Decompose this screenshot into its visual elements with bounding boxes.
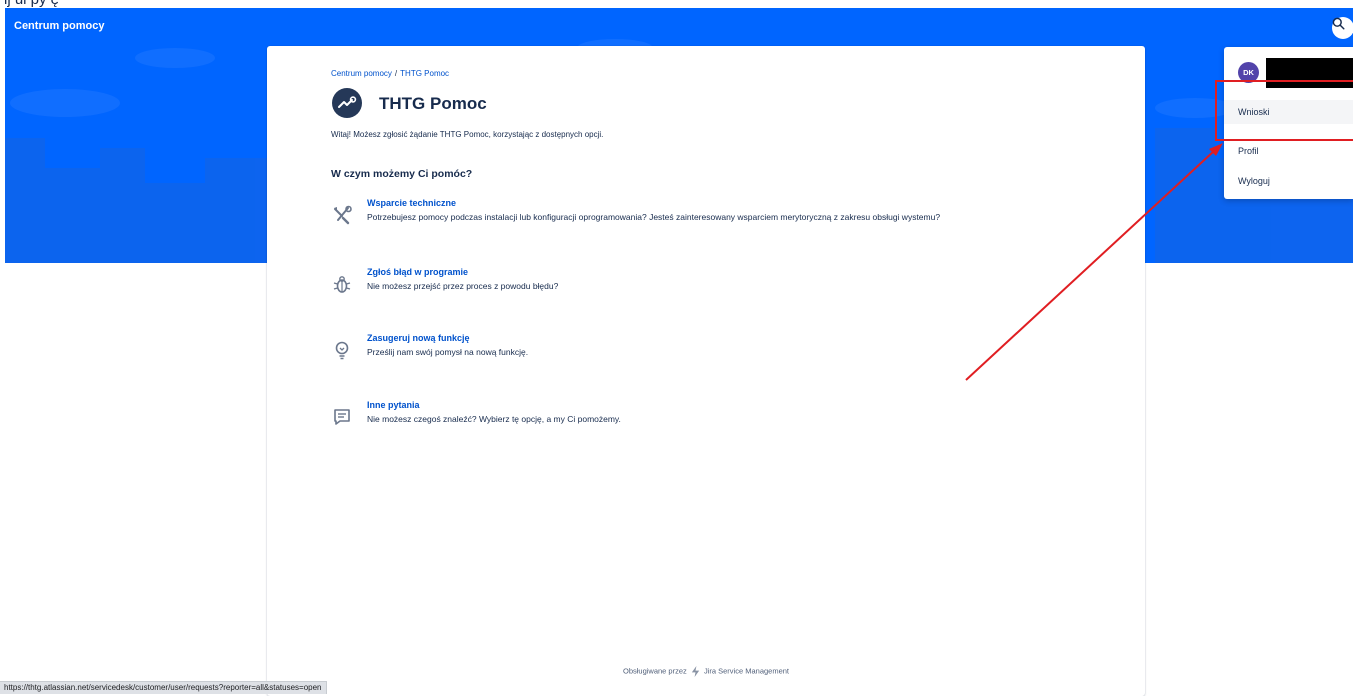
menu-item-profile[interactable]: Profil bbox=[1224, 139, 1353, 163]
bug-icon bbox=[333, 276, 351, 293]
menu-item-label: Profil bbox=[1238, 146, 1259, 156]
chat-icon bbox=[334, 409, 350, 425]
jira-bolt-icon bbox=[691, 666, 700, 677]
powered-by-footer: Obsługiwane przez Jira Service Managemen… bbox=[267, 666, 1145, 677]
request-type-report-bug[interactable]: Zgłoś błąd w programie Nie możesz przejś… bbox=[331, 267, 1131, 307]
request-type-technical-support[interactable]: Wsparcie techniczne Potrzebujesz pomocy … bbox=[331, 198, 1131, 238]
status-bar-url: https://thtg.atlassian.net/servicedesk/c… bbox=[0, 681, 327, 694]
request-type-description: Potrzebujesz pomocy podczas instalacji l… bbox=[367, 212, 941, 222]
request-type-description: Prześlij nam swój pomysł na nową funkcję… bbox=[367, 347, 529, 357]
breadcrumb-current[interactable]: THTG Pomoc bbox=[400, 69, 449, 78]
breadcrumb-root[interactable]: Centrum pomocy bbox=[331, 69, 392, 78]
portal-card: Centrum pomocy / THTG Pomoc THTG Pomoc Wit… bbox=[267, 46, 1145, 696]
request-type-description: Nie możesz czegoś znaleźć? Wybierz tę op… bbox=[367, 414, 621, 424]
request-type-name[interactable]: Wsparcie techniczne bbox=[367, 198, 456, 208]
section-heading: W czym możemy Ci pomóc? bbox=[331, 168, 473, 180]
tools-icon bbox=[334, 205, 352, 225]
request-type-other-questions[interactable]: Inne pytania Nie możesz czegoś znaleźć? … bbox=[331, 400, 1131, 440]
portal-logo bbox=[332, 88, 362, 118]
help-center-brand[interactable]: Centrum pomocy bbox=[14, 20, 104, 32]
request-type-description: Nie możesz przejść przez proces z powodu… bbox=[367, 281, 559, 291]
menu-item-logout[interactable]: Wyloguj bbox=[1224, 169, 1353, 193]
request-type-name[interactable]: Inne pytania bbox=[367, 400, 420, 410]
request-type-name[interactable]: Zasugeruj nową funkcję bbox=[367, 333, 470, 343]
avatar: DK bbox=[1238, 62, 1259, 83]
breadcrumb-separator: / bbox=[394, 69, 398, 78]
footer-prefix: Obsługiwane przez bbox=[622, 666, 687, 676]
menu-item-requests[interactable]: Wnioski bbox=[1224, 100, 1353, 124]
portal-title: THTG Pomoc bbox=[379, 94, 487, 113]
user-menu-dropdown: DK Wnioski Profil Wyloguj bbox=[1224, 47, 1353, 199]
lightbulb-icon bbox=[335, 341, 349, 360]
request-type-name[interactable]: Zgłoś błąd w programie bbox=[367, 267, 468, 277]
redacted-user-name bbox=[1266, 58, 1353, 88]
search-button[interactable] bbox=[1332, 17, 1353, 39]
request-type-suggest-feature[interactable]: Zasugeruj nową funkcję Prześlij nam swój… bbox=[331, 333, 1131, 373]
portal-intro: Witaj! Możesz zgłosić żądanie THTG Pomoc… bbox=[331, 130, 604, 139]
breadcrumb: Centrum pomocy / THTG Pomoc bbox=[331, 69, 449, 78]
cropped-top-text: ij ui py ę bbox=[0, 0, 1353, 8]
trend-line-icon bbox=[338, 96, 357, 108]
menu-item-label: Wnioski bbox=[1238, 107, 1270, 117]
menu-item-label: Wyloguj bbox=[1238, 176, 1270, 186]
search-icon bbox=[1332, 17, 1345, 30]
footer-product[interactable]: Jira Service Management bbox=[704, 666, 789, 675]
